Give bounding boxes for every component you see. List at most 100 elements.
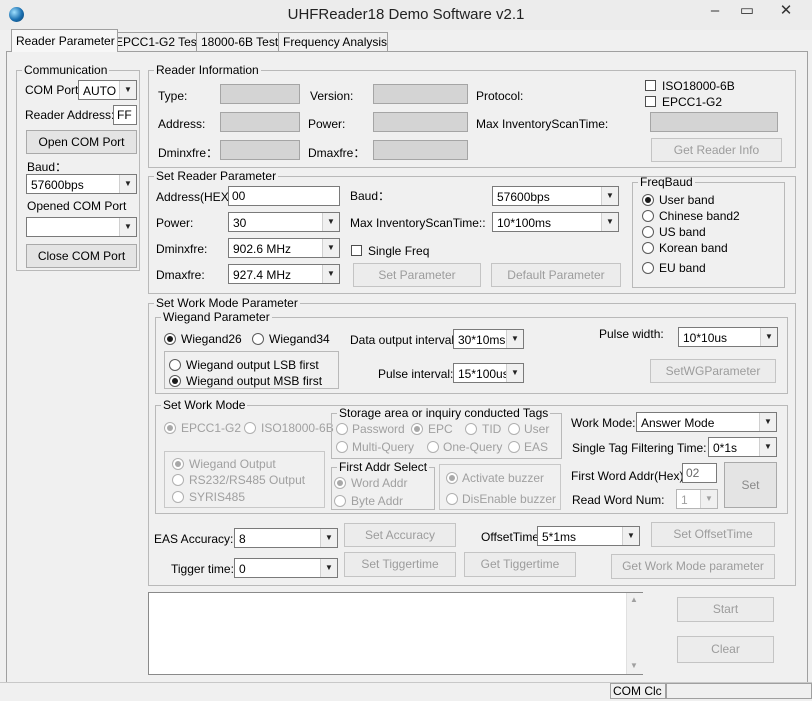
byte-addr-radio[interactable] [334,495,346,507]
close-icon[interactable]: ✕ [766,1,806,21]
pulse-width-select[interactable]: 10*10us ▼ [678,327,778,347]
set-tiggertime-button[interactable]: Set Tiggertime [344,552,456,577]
tab-reader-parameter[interactable]: Reader Parameter [11,29,118,52]
set-power-label: Power: [156,216,194,230]
chinese-band2-radio[interactable] [642,210,654,222]
syris485-radio[interactable] [172,491,184,503]
byte-addr-label: Byte Addr [351,494,404,508]
single-freq-checkbox[interactable] [351,245,362,256]
user-radio[interactable] [508,423,520,435]
eas-label: EAS [524,440,549,454]
set-wg-parameter-button[interactable]: SetWGParameter [650,359,776,383]
get-tiggertime-button[interactable]: Get Tiggertime [464,552,576,577]
get-work-mode-parameter-button[interactable]: Get Work Mode parameter [611,554,775,579]
eu-band-label: EU band [659,261,706,275]
work-mode-select[interactable]: Answer Mode ▼ [636,412,777,432]
activate-buzzer-radio[interactable] [446,472,458,484]
power-select[interactable]: 30 ▼ [228,212,340,232]
single-tag-filtering-select[interactable]: 0*1s ▼ [708,437,777,457]
set-work-mode-button[interactable]: Set [724,462,777,508]
offset-time-select[interactable]: 5*1ms ▼ [537,526,640,546]
wiegand26-label: Wiegand26 [181,332,242,346]
wiegand34-label: Wiegand34 [269,332,330,346]
opened-com-port-select[interactable]: ▼ [26,217,137,237]
epcc1-g2-label: EPCC1-G2 [662,95,723,109]
minimize-icon[interactable]: – [700,1,730,21]
read-word-num-select[interactable]: 1 ▼ [676,489,718,509]
one-query-radio[interactable] [427,441,439,453]
type-label: Type: [158,89,188,103]
pulse-width-label: Pulse width: [599,327,664,341]
password-radio[interactable] [336,423,348,435]
data-output-interval-select[interactable]: 30*10ms ▼ [453,329,524,349]
korean-band-radio[interactable] [642,242,654,254]
syris485-label: SYRIS485 [189,490,246,504]
clear-button[interactable]: Clear [677,636,774,663]
com-port-select[interactable]: AUTO ▼ [78,80,137,100]
chevron-down-icon: ▼ [320,559,337,577]
epcc1-g2-checkbox[interactable] [645,96,656,107]
word-addr-radio[interactable] [334,477,346,489]
epc-radio[interactable] [411,423,423,435]
wiegand26-radio[interactable] [164,333,176,345]
maximize-icon[interactable]: ▭ [732,1,762,21]
set-offset-time-button[interactable]: Set OffsetTime [651,522,775,547]
lsb-first-label: Wiegand output LSB first [186,358,319,372]
msb-first-label: Wiegand output MSB first [186,374,323,388]
window-title: UHFReader18 Demo Software v2.1 [287,6,525,23]
get-reader-info-button[interactable]: Get Reader Info [651,138,782,162]
start-button[interactable]: Start [677,597,774,622]
storage-area-legend: Storage area or inquiry conducted Tags [339,406,549,420]
eas-accuracy-select[interactable]: 8 ▼ [234,528,338,548]
eu-band-radio[interactable] [642,262,654,274]
set-accuracy-button[interactable]: Set Accuracy [344,523,456,547]
set-baud-select[interactable]: 57600bps ▼ [492,186,619,206]
close-com-port-button[interactable]: Close COM Port [26,244,137,268]
user-band-radio[interactable] [642,194,654,206]
wiegand-output-radio[interactable] [172,458,184,470]
dmaxfre-select[interactable]: 927.4 MHz ▼ [228,264,340,284]
single-tag-filtering-label: Single Tag Filtering Time: [572,441,707,455]
lsb-first-radio[interactable] [169,359,181,371]
chevron-down-icon: ▼ [700,490,717,508]
chevron-down-icon: ▼ [759,413,776,431]
mode-epcc1-g2-radio[interactable] [164,422,176,434]
tab-frequency-analysis[interactable]: Frequency Analysis [278,32,388,51]
version-label: Version: [310,89,354,103]
log-textarea[interactable] [148,592,643,675]
disenable-buzzer-radio[interactable] [446,493,458,505]
version-field [373,84,468,104]
msb-first-radio[interactable] [169,375,181,387]
rs232-output-radio[interactable] [172,474,184,486]
tid-radio[interactable] [465,423,477,435]
scroll-up-icon[interactable]: ▲ [630,595,638,604]
work-mode-parameter-legend: Set Work Mode Parameter [156,296,298,310]
tab-18000-6b-test[interactable]: 18000-6B Test [196,32,284,51]
default-parameter-button[interactable]: Default Parameter [491,263,621,287]
first-word-addr-input[interactable]: 02 [682,463,717,483]
wiegand34-radio[interactable] [252,333,264,345]
address-hex-input[interactable]: 00 [228,186,340,206]
status-com-state: COM Clc [610,683,666,699]
dmaxfre-label: Dmaxfre： [308,146,366,160]
set-parameter-button[interactable]: Set Parameter [353,263,481,287]
log-scrollbar[interactable]: ▲ ▼ [626,593,643,674]
tigger-time-select[interactable]: 0 ▼ [234,558,338,578]
dminxfre-select[interactable]: 902.6 MHz ▼ [228,238,340,258]
scroll-down-icon[interactable]: ▼ [630,661,638,670]
chevron-down-icon: ▼ [320,529,337,547]
tab-epcc1-g2-test[interactable]: EPCC1-G2 Test [110,32,204,51]
us-band-radio[interactable] [642,226,654,238]
max-scan-time-select[interactable]: 10*100ms ▼ [492,212,619,232]
first-word-addr-label: First Word Addr(Hex): [571,469,687,483]
mode-iso18000-6b-radio[interactable] [244,422,256,434]
baud-select[interactable]: 57600bps ▼ [26,174,137,194]
multi-query-radio[interactable] [336,441,348,453]
reader-address-input[interactable]: FF [113,105,137,125]
mode-epcc1-g2-label: EPCC1-G2 [181,421,242,435]
reader-address-label: Reader Address: [25,108,115,122]
open-com-port-button[interactable]: Open COM Port [26,130,137,154]
pulse-interval-select[interactable]: 15*100us ▼ [453,363,524,383]
iso18000-6b-checkbox[interactable] [645,80,656,91]
eas-radio[interactable] [508,441,520,453]
